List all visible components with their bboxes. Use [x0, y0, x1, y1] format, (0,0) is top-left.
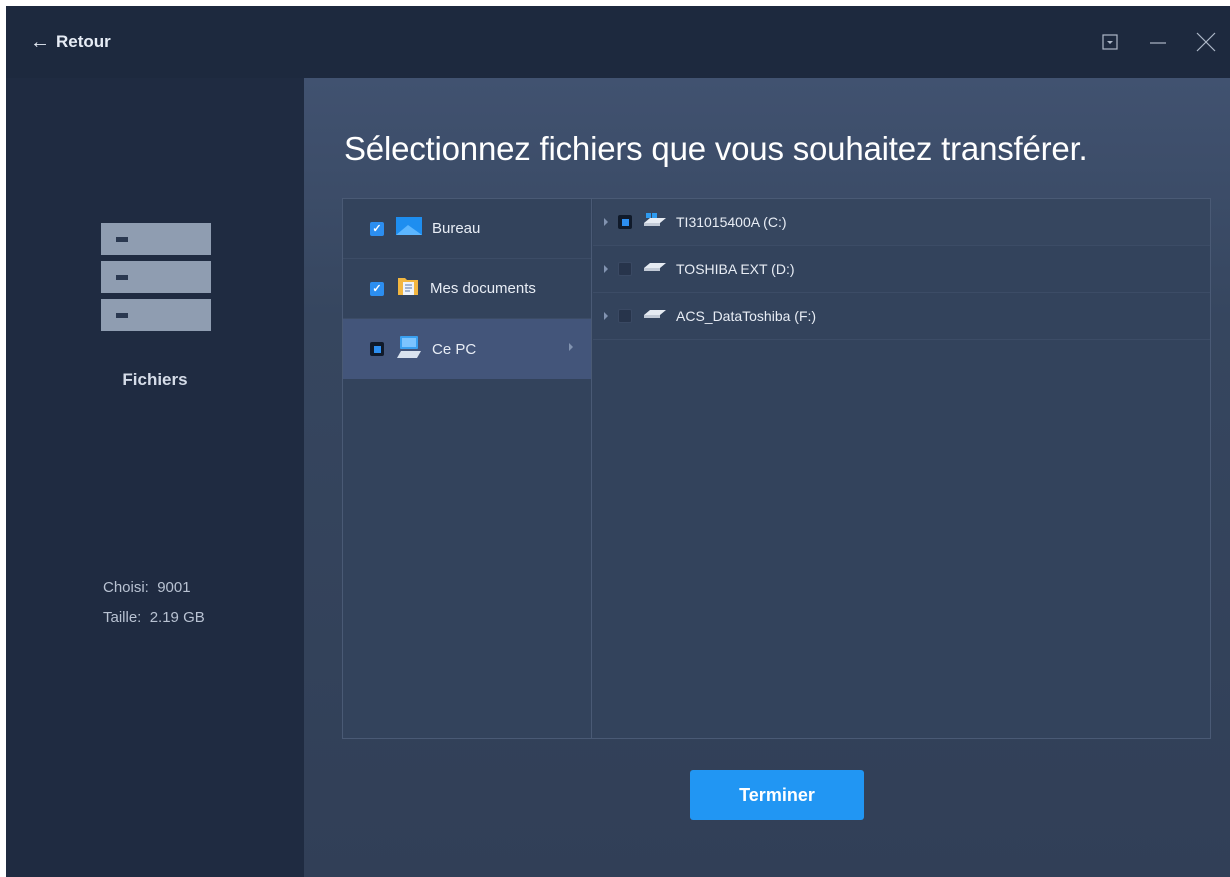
drive-d-checkbox[interactable] [618, 262, 632, 276]
drive-label-f: ACS_DataToshiba (F:) [676, 308, 817, 324]
computer-icon [396, 335, 422, 364]
bureau-checkbox[interactable]: ✓ [370, 221, 384, 236]
chevron-right-icon [569, 343, 573, 351]
drive-f-checkbox[interactable] [618, 309, 632, 323]
minimize-icon [1150, 42, 1166, 44]
drive-row-d[interactable]: TOSHIBA EXT (D:) [593, 246, 1210, 293]
back-button[interactable]: ← Retour [30, 28, 111, 56]
location-item-ce-pc[interactable]: Ce PC [343, 319, 591, 379]
drive-icon [644, 260, 666, 278]
file-selection-panel: ✓ Bureau ✓ Mes documents Ce PC TI3101540… [342, 198, 1211, 739]
documents-folder-icon [396, 274, 420, 303]
main-content: Sélectionnez fichiers que vous souhaitez… [304, 78, 1230, 877]
dropdown-button[interactable] [1086, 26, 1134, 58]
arrow-left-icon: ← [30, 31, 50, 53]
size-label: Taille: [103, 609, 142, 626]
close-button[interactable] [1182, 26, 1230, 58]
location-list: ✓ Bureau ✓ Mes documents Ce PC [343, 199, 592, 738]
location-label-bureau: Bureau [432, 220, 481, 237]
back-label: Retour [56, 32, 111, 51]
drive-c-checkbox[interactable] [618, 215, 632, 229]
location-label-ce-pc: Ce PC [432, 340, 477, 358]
title-bar: ← Retour [6, 6, 1230, 78]
minimize-button[interactable] [1134, 26, 1182, 58]
size-value: 2.19 GB [149, 609, 205, 626]
file-cabinet-icon [101, 223, 211, 337]
expand-arrow-icon[interactable] [604, 265, 608, 273]
drive-icon [644, 307, 666, 325]
sidebar: Fichiers Choisi: 9001 Taille: 2.19 GB [6, 78, 304, 877]
location-item-mes-documents[interactable]: ✓ Mes documents [343, 259, 591, 319]
window-controls [1086, 26, 1230, 58]
expand-arrow-icon[interactable] [604, 312, 608, 320]
location-item-bureau[interactable]: ✓ Bureau [343, 199, 591, 259]
drive-label-c: TI31015400A (C:) [676, 214, 787, 230]
finish-button[interactable]: Terminer [690, 770, 864, 820]
close-icon [1196, 32, 1216, 52]
total-size: Taille: 2.19 GB [103, 603, 205, 633]
page-title: Sélectionnez fichiers que vous souhaitez… [344, 130, 1088, 167]
drive-row-c[interactable]: TI31015400A (C:) [593, 199, 1210, 246]
chosen-count: Choisi: 9001 [103, 573, 205, 603]
mes-documents-checkbox[interactable]: ✓ [370, 281, 384, 296]
app-window: ← Retour Fichiers Choisi: 9001 Taille: 2… [6, 6, 1230, 877]
chosen-label: Choisi: [103, 579, 149, 596]
chosen-value: 9001 [157, 579, 191, 596]
dropdown-icon [1102, 34, 1118, 50]
ce-pc-checkbox[interactable] [370, 342, 384, 356]
system-drive-icon [644, 212, 666, 232]
location-label-mes-documents: Mes documents [430, 280, 536, 297]
drive-label-d: TOSHIBA EXT (D:) [676, 261, 795, 277]
category-name: Fichiers [122, 370, 188, 389]
expand-arrow-icon[interactable] [604, 218, 608, 226]
selection-stats: Choisi: 9001 Taille: 2.19 GB [103, 573, 205, 633]
drive-list: TI31015400A (C:) TOSHIBA EXT (D:) ACS_Da… [593, 199, 1210, 738]
drive-row-f[interactable]: ACS_DataToshiba (F:) [593, 293, 1210, 340]
desktop-icon [396, 217, 422, 240]
